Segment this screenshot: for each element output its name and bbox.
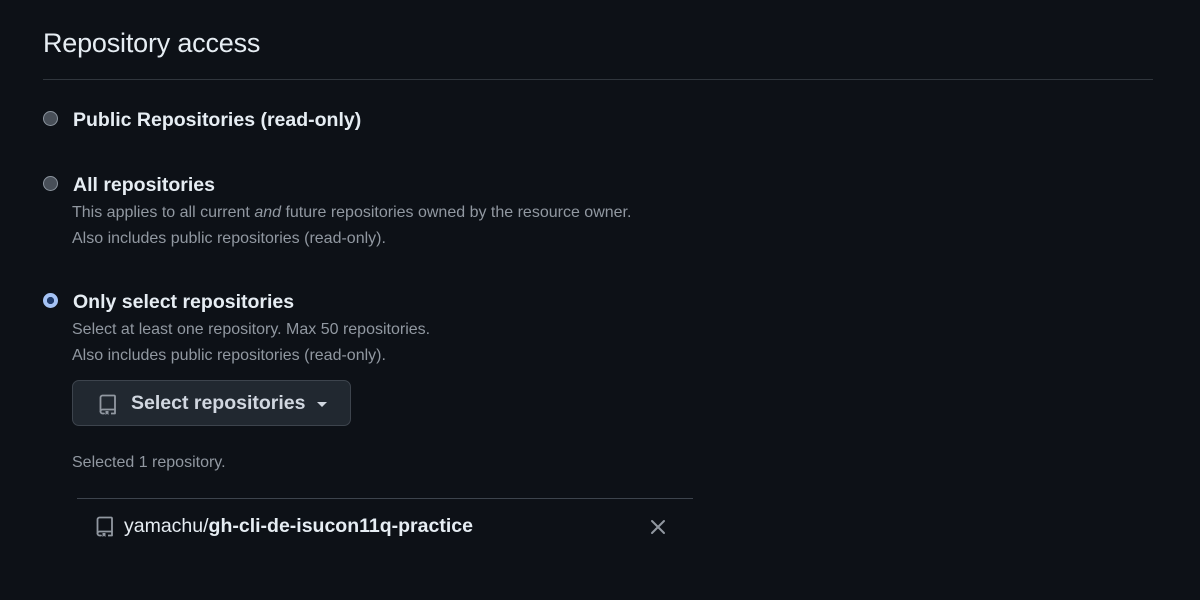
radio-public-repositories[interactable] bbox=[43, 111, 58, 126]
close-icon bbox=[651, 520, 665, 534]
selected-count-text: Selected 1 repository. bbox=[72, 454, 226, 471]
option-label-select[interactable]: Only select repositories bbox=[73, 291, 294, 314]
caret-down-icon bbox=[317, 402, 327, 407]
repo-owner: yamachu/ bbox=[124, 515, 209, 537]
desc-emphasis: and bbox=[254, 204, 282, 221]
selected-repo-row: yamachu/gh-cli-de-isucon11q-practice bbox=[77, 499, 693, 554]
remove-repo-button[interactable] bbox=[647, 516, 669, 538]
option-label-public[interactable]: Public Repositories (read-only) bbox=[73, 109, 361, 132]
desc-suffix: future repositories owned by the resourc… bbox=[281, 204, 632, 221]
section-divider bbox=[43, 79, 1153, 80]
option-all-description: This applies to all current and future r… bbox=[72, 204, 631, 222]
option-select-description: Select at least one repository. Max 50 r… bbox=[72, 321, 431, 338]
option-select-description-line2: Also includes public repositories (read-… bbox=[72, 347, 386, 364]
select-repositories-button[interactable]: Select repositories bbox=[72, 380, 351, 426]
selected-repo-name: yamachu/gh-cli-de-isucon11q-practice bbox=[124, 515, 473, 538]
desc-prefix: This applies to all current bbox=[72, 204, 255, 221]
section-title: Repository access bbox=[43, 28, 261, 58]
repo-name: gh-cli-de-isucon11q-practice bbox=[208, 515, 473, 537]
option-label-all[interactable]: All repositories bbox=[73, 174, 215, 197]
repository-access-page: Repository access Public Repositories (r… bbox=[0, 0, 1200, 600]
radio-select-repositories[interactable] bbox=[43, 293, 58, 308]
radio-all-repositories[interactable] bbox=[43, 176, 58, 191]
repo-icon bbox=[96, 516, 114, 542]
select-repositories-label: Select repositories bbox=[131, 392, 306, 414]
repo-icon bbox=[99, 394, 117, 420]
option-all-description-line2: Also includes public repositories (read-… bbox=[72, 230, 386, 247]
